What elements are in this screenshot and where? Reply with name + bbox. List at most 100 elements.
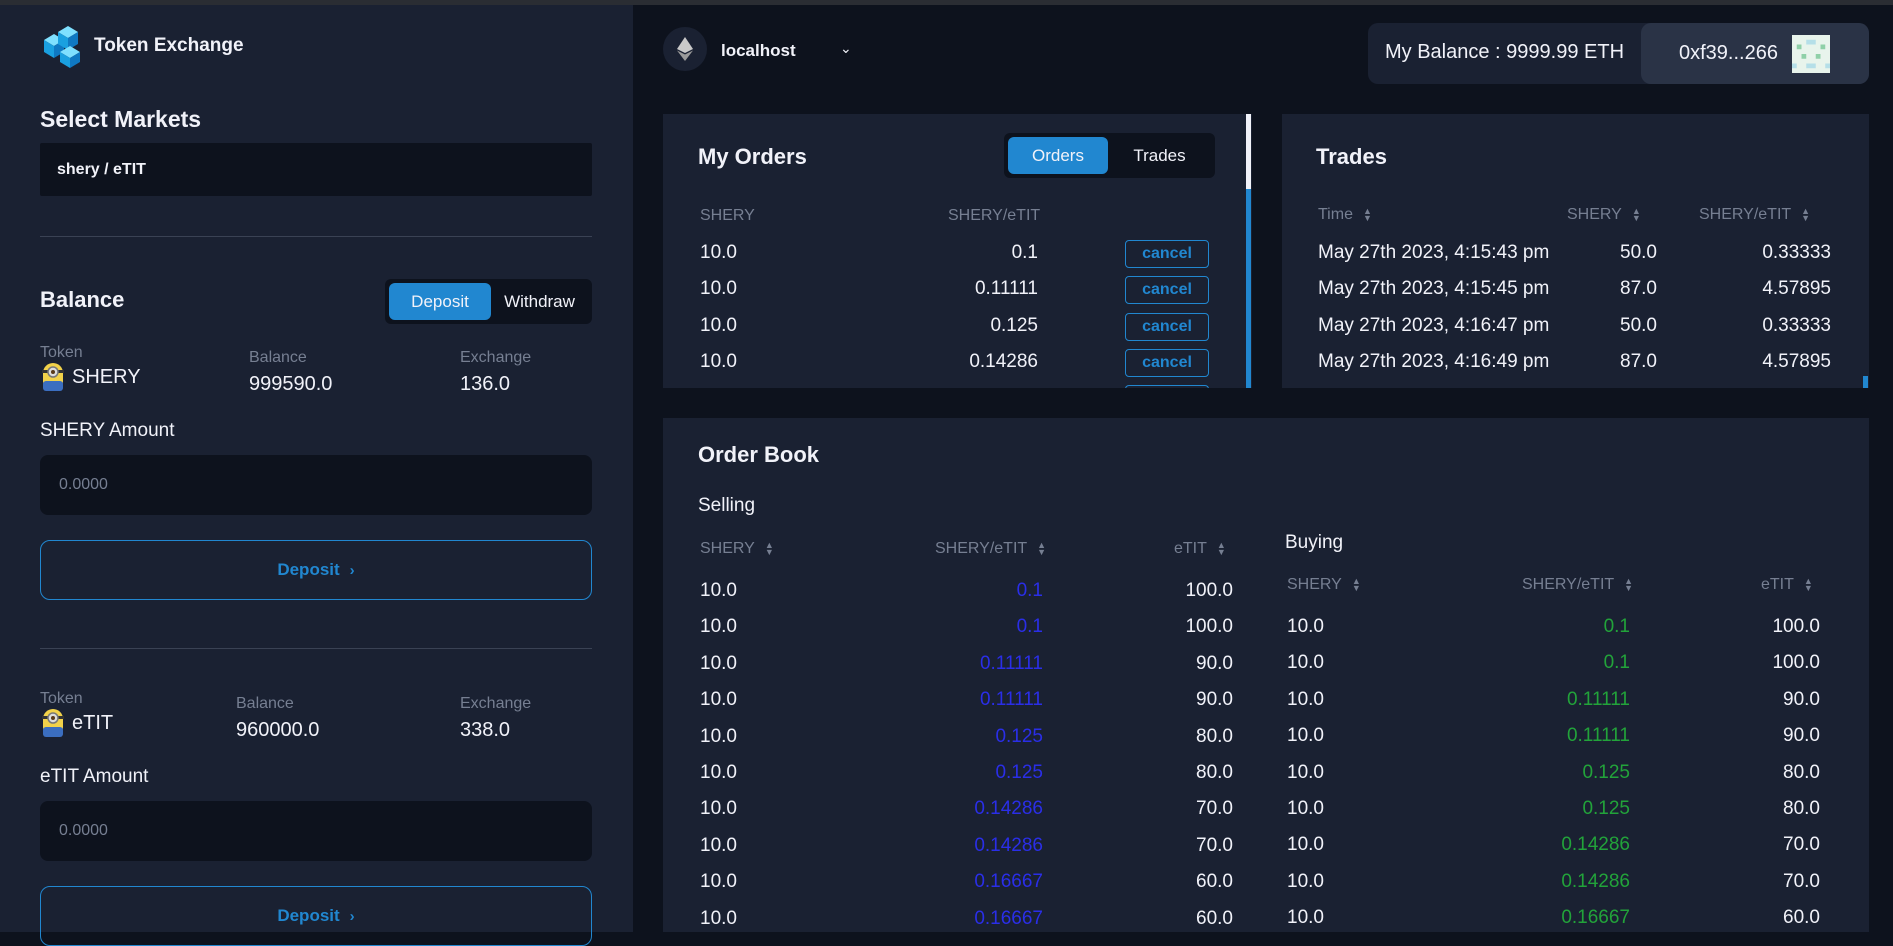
my-orders-title: My Orders <box>698 144 807 169</box>
order-price: 0.125 <box>990 314 1038 336</box>
amount-label: SHERY Amount <box>40 420 175 441</box>
selling-heading: Selling <box>698 495 756 516</box>
order-book-title: Order Book <box>698 442 820 467</box>
column-header-shery[interactable]: SHERY ▲ ▼ <box>700 540 774 558</box>
book-amount: 10.0 <box>700 689 737 711</box>
balance-heading: Balance <box>40 287 125 312</box>
book-amount: 10.0 <box>1287 688 1324 710</box>
order-amount: 10.0 <box>700 278 737 300</box>
book-etit: 90.0 <box>1196 652 1233 674</box>
book-price: 0.16667 <box>974 907 1043 929</box>
book-etit: 60.0 <box>1196 871 1233 893</box>
cancel-order-button-partial[interactable] <box>1125 385 1209 388</box>
book-amount: 10.0 <box>700 580 737 601</box>
tab-withdraw[interactable]: Withdraw <box>491 283 588 320</box>
token-label: Token <box>40 690 83 707</box>
balance-label: Balance <box>236 695 294 712</box>
column-header-shery[interactable]: SHERY ▲ ▼ <box>1567 206 1641 224</box>
column-header-price[interactable]: SHERY/eTIT ▲ ▼ <box>935 540 1046 558</box>
book-price: 0.1 <box>1016 616 1043 638</box>
market-select[interactable]: shery / eTIT <box>40 143 592 196</box>
trades-panel: Trades Time ▲ ▼ SHERY ▲ ▼ SHERY/eTIT ▲ ▼ Ma… <box>1282 114 1869 388</box>
column-header-price[interactable]: SHERY/eTIT ▲ ▼ <box>1699 206 1810 224</box>
chevron-down-icon[interactable]: ⌄ <box>840 40 852 57</box>
column-header-time[interactable]: Time ▲ ▼ <box>1318 206 1372 224</box>
sort-icon: ▲ ▼ <box>1803 576 1813 593</box>
column-header-label: SHERY/eTIT <box>1522 576 1615 593</box>
book-price: 0.125 <box>995 725 1043 747</box>
order-amount: 10.0 <box>700 350 737 372</box>
column-header-price[interactable]: SHERY/eTIT ▲ ▼ <box>1522 576 1633 594</box>
token-shery: SHERY <box>40 362 141 392</box>
book-etit: 60.0 <box>1783 907 1820 929</box>
tab-trades[interactable]: Trades <box>1108 137 1211 174</box>
account-button[interactable]: 0xf39...266 <box>1641 23 1869 84</box>
book-amount: 10.0 <box>700 616 737 638</box>
column-header-shery[interactable]: SHERY ▲ ▼ <box>1287 576 1361 594</box>
token-symbol: eTIT <box>72 711 114 734</box>
trade-price: 4.57895 <box>1762 350 1831 372</box>
book-price: 0.14286 <box>974 834 1043 856</box>
book-etit: 90.0 <box>1783 725 1820 747</box>
tab-orders[interactable]: Orders <box>1008 137 1108 174</box>
tab-deposit[interactable]: Deposit <box>389 283 491 320</box>
network-select-icon[interactable] <box>663 27 707 71</box>
book-etit: 80.0 <box>1196 762 1233 783</box>
exchange-balance-value: 338.0 <box>460 719 511 741</box>
book-amount: 10.0 <box>1287 761 1324 783</box>
token-label: Token <box>40 344 83 361</box>
shery-amount-input[interactable] <box>40 455 592 515</box>
column-header-label: eTIT <box>1174 540 1207 557</box>
book-amount: 10.0 <box>700 834 737 856</box>
trade-price: 0.33333 <box>1762 314 1831 336</box>
brand: Token Exchange <box>40 24 244 68</box>
book-amount: 10.0 <box>1287 907 1324 929</box>
book-amount: 10.0 <box>1287 652 1324 674</box>
exchange-label: Exchange <box>460 695 532 712</box>
cancel-order-button[interactable]: cancel <box>1125 312 1209 341</box>
book-price: 0.11111 <box>979 652 1043 674</box>
scrollbar-track[interactable] <box>1246 114 1251 189</box>
deposit-withdraw-toggle: Deposit Withdraw <box>385 279 592 324</box>
book-price: 0.14286 <box>974 798 1043 820</box>
trade-amount: 50.0 <box>1620 314 1657 336</box>
book-etit: 100.0 <box>1772 652 1820 674</box>
book-amount: 10.0 <box>700 798 737 820</box>
trade-time: May 27th 2023, 4:15:45 pm <box>1318 278 1550 300</box>
order-price: 0.1 <box>1011 242 1038 263</box>
cancel-order-button[interactable]: cancel <box>1125 276 1209 305</box>
column-header-label: SHERY/eTIT <box>935 540 1028 557</box>
deposit-shery-button[interactable]: Deposit › <box>40 540 592 600</box>
wallet-balance-value: 999590.0 <box>249 373 333 395</box>
book-etit: 100.0 <box>1772 616 1820 637</box>
cancel-order-button[interactable]: cancel <box>1125 348 1209 377</box>
scrollbar-thumb[interactable] <box>1246 189 1251 388</box>
book-price: 0.16667 <box>1561 907 1630 929</box>
book-etit: 100.0 <box>1185 580 1233 601</box>
token-etit: eTIT <box>40 708 113 738</box>
book-price: 0.14286 <box>1561 834 1630 856</box>
sort-icon: ▲ ▼ <box>1624 576 1634 593</box>
etit-amount-input[interactable] <box>40 801 592 861</box>
buying-heading: Buying <box>1285 532 1344 553</box>
column-header-label: SHERY <box>1567 206 1622 223</box>
divider <box>40 236 592 237</box>
column-header-etit[interactable]: eTIT ▲ ▼ <box>1174 540 1226 558</box>
sort-icon: ▲ ▼ <box>1631 206 1641 223</box>
column-header-etit[interactable]: eTIT ▲ ▼ <box>1761 576 1813 594</box>
cancel-order-button[interactable]: cancel <box>1125 240 1209 268</box>
market-select-value: shery / eTIT <box>57 160 146 178</box>
book-price: 0.1 <box>1016 580 1043 601</box>
book-amount: 10.0 <box>700 725 737 747</box>
network-select[interactable]: localhost <box>721 41 796 61</box>
scrollbar-thumb[interactable] <box>1863 376 1868 388</box>
book-amount: 10.0 <box>1287 798 1324 819</box>
exchange-balance-value: 136.0 <box>460 373 511 395</box>
book-etit: 90.0 <box>1783 688 1820 710</box>
order-amount: 10.0 <box>700 242 737 263</box>
avatar <box>1791 34 1830 73</box>
deposit-etit-button[interactable]: Deposit › <box>40 886 592 946</box>
sort-icon: ▲ ▼ <box>1362 206 1372 223</box>
sort-icon: ▲ ▼ <box>1801 206 1811 223</box>
sort-icon: ▲ ▼ <box>1216 540 1226 557</box>
